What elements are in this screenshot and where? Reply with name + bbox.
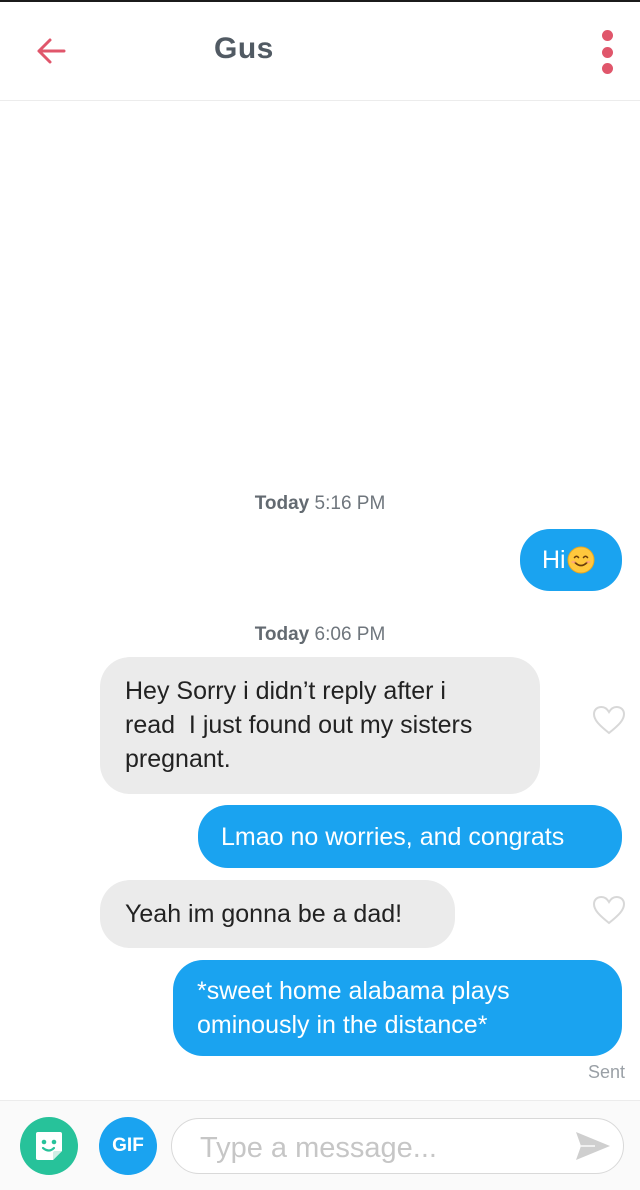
more-options-button[interactable] <box>592 30 622 74</box>
message-line: read I just found out my sisters <box>125 711 473 739</box>
sticker-button[interactable] <box>20 1117 78 1175</box>
back-arrow-icon <box>37 38 66 64</box>
message-input-container <box>171 1118 624 1174</box>
message-text: Yeah im gonna be a dad! <box>125 900 403 928</box>
timestamp: Today 5:16 PM <box>0 493 640 515</box>
delivery-status: Sent <box>587 1062 625 1082</box>
gif-button[interactable]: GIF <box>99 1117 157 1175</box>
heart-outline-icon[interactable] <box>591 894 627 926</box>
message-text: Lmao no worries, and congrats <box>221 823 565 851</box>
message-bubble-incoming[interactable]: Yeah im gonna be a dad! <box>100 880 455 948</box>
chat-header: Gus <box>0 2 640 101</box>
message-line: *sweet home alabama plays <box>197 977 510 1005</box>
message-bubble-outgoing[interactable]: Lmao no worries, and congrats <box>198 805 622 868</box>
timestamp-day: Today <box>254 493 310 514</box>
contact-name[interactable]: Gus <box>214 32 274 66</box>
more-vertical-icon <box>601 30 613 41</box>
menu-dot <box>601 63 613 74</box>
send-icon[interactable] <box>573 1128 613 1164</box>
message-line: ominously in the distance* <box>197 1011 488 1039</box>
message-bubble-incoming[interactable]: Hey Sorry i didn’t reply after i read I … <box>100 657 540 794</box>
smiling-face-emoji <box>567 546 595 574</box>
sticker-face-icon <box>36 1132 62 1160</box>
message-line: Hey Sorry i didn’t reply after i <box>125 677 446 705</box>
message-text: Hi <box>542 546 566 574</box>
message-composer: GIF <box>0 1100 640 1190</box>
message-line: pregnant. <box>125 745 231 773</box>
message-input[interactable] <box>198 1127 562 1169</box>
back-button[interactable] <box>28 28 74 74</box>
menu-dot <box>601 46 613 58</box>
timestamp-day: Today <box>254 624 310 645</box>
message-bubble-outgoing[interactable]: *sweet home alabama plays ominously in t… <box>173 960 622 1056</box>
timestamp: Today 6:06 PM <box>0 624 640 646</box>
heart-outline-icon[interactable] <box>591 704 627 736</box>
message-bubble-outgoing[interactable]: Hi <box>520 529 622 591</box>
timestamp-time: 5:16 PM <box>314 493 386 514</box>
timestamp-time: 6:06 PM <box>314 624 386 645</box>
